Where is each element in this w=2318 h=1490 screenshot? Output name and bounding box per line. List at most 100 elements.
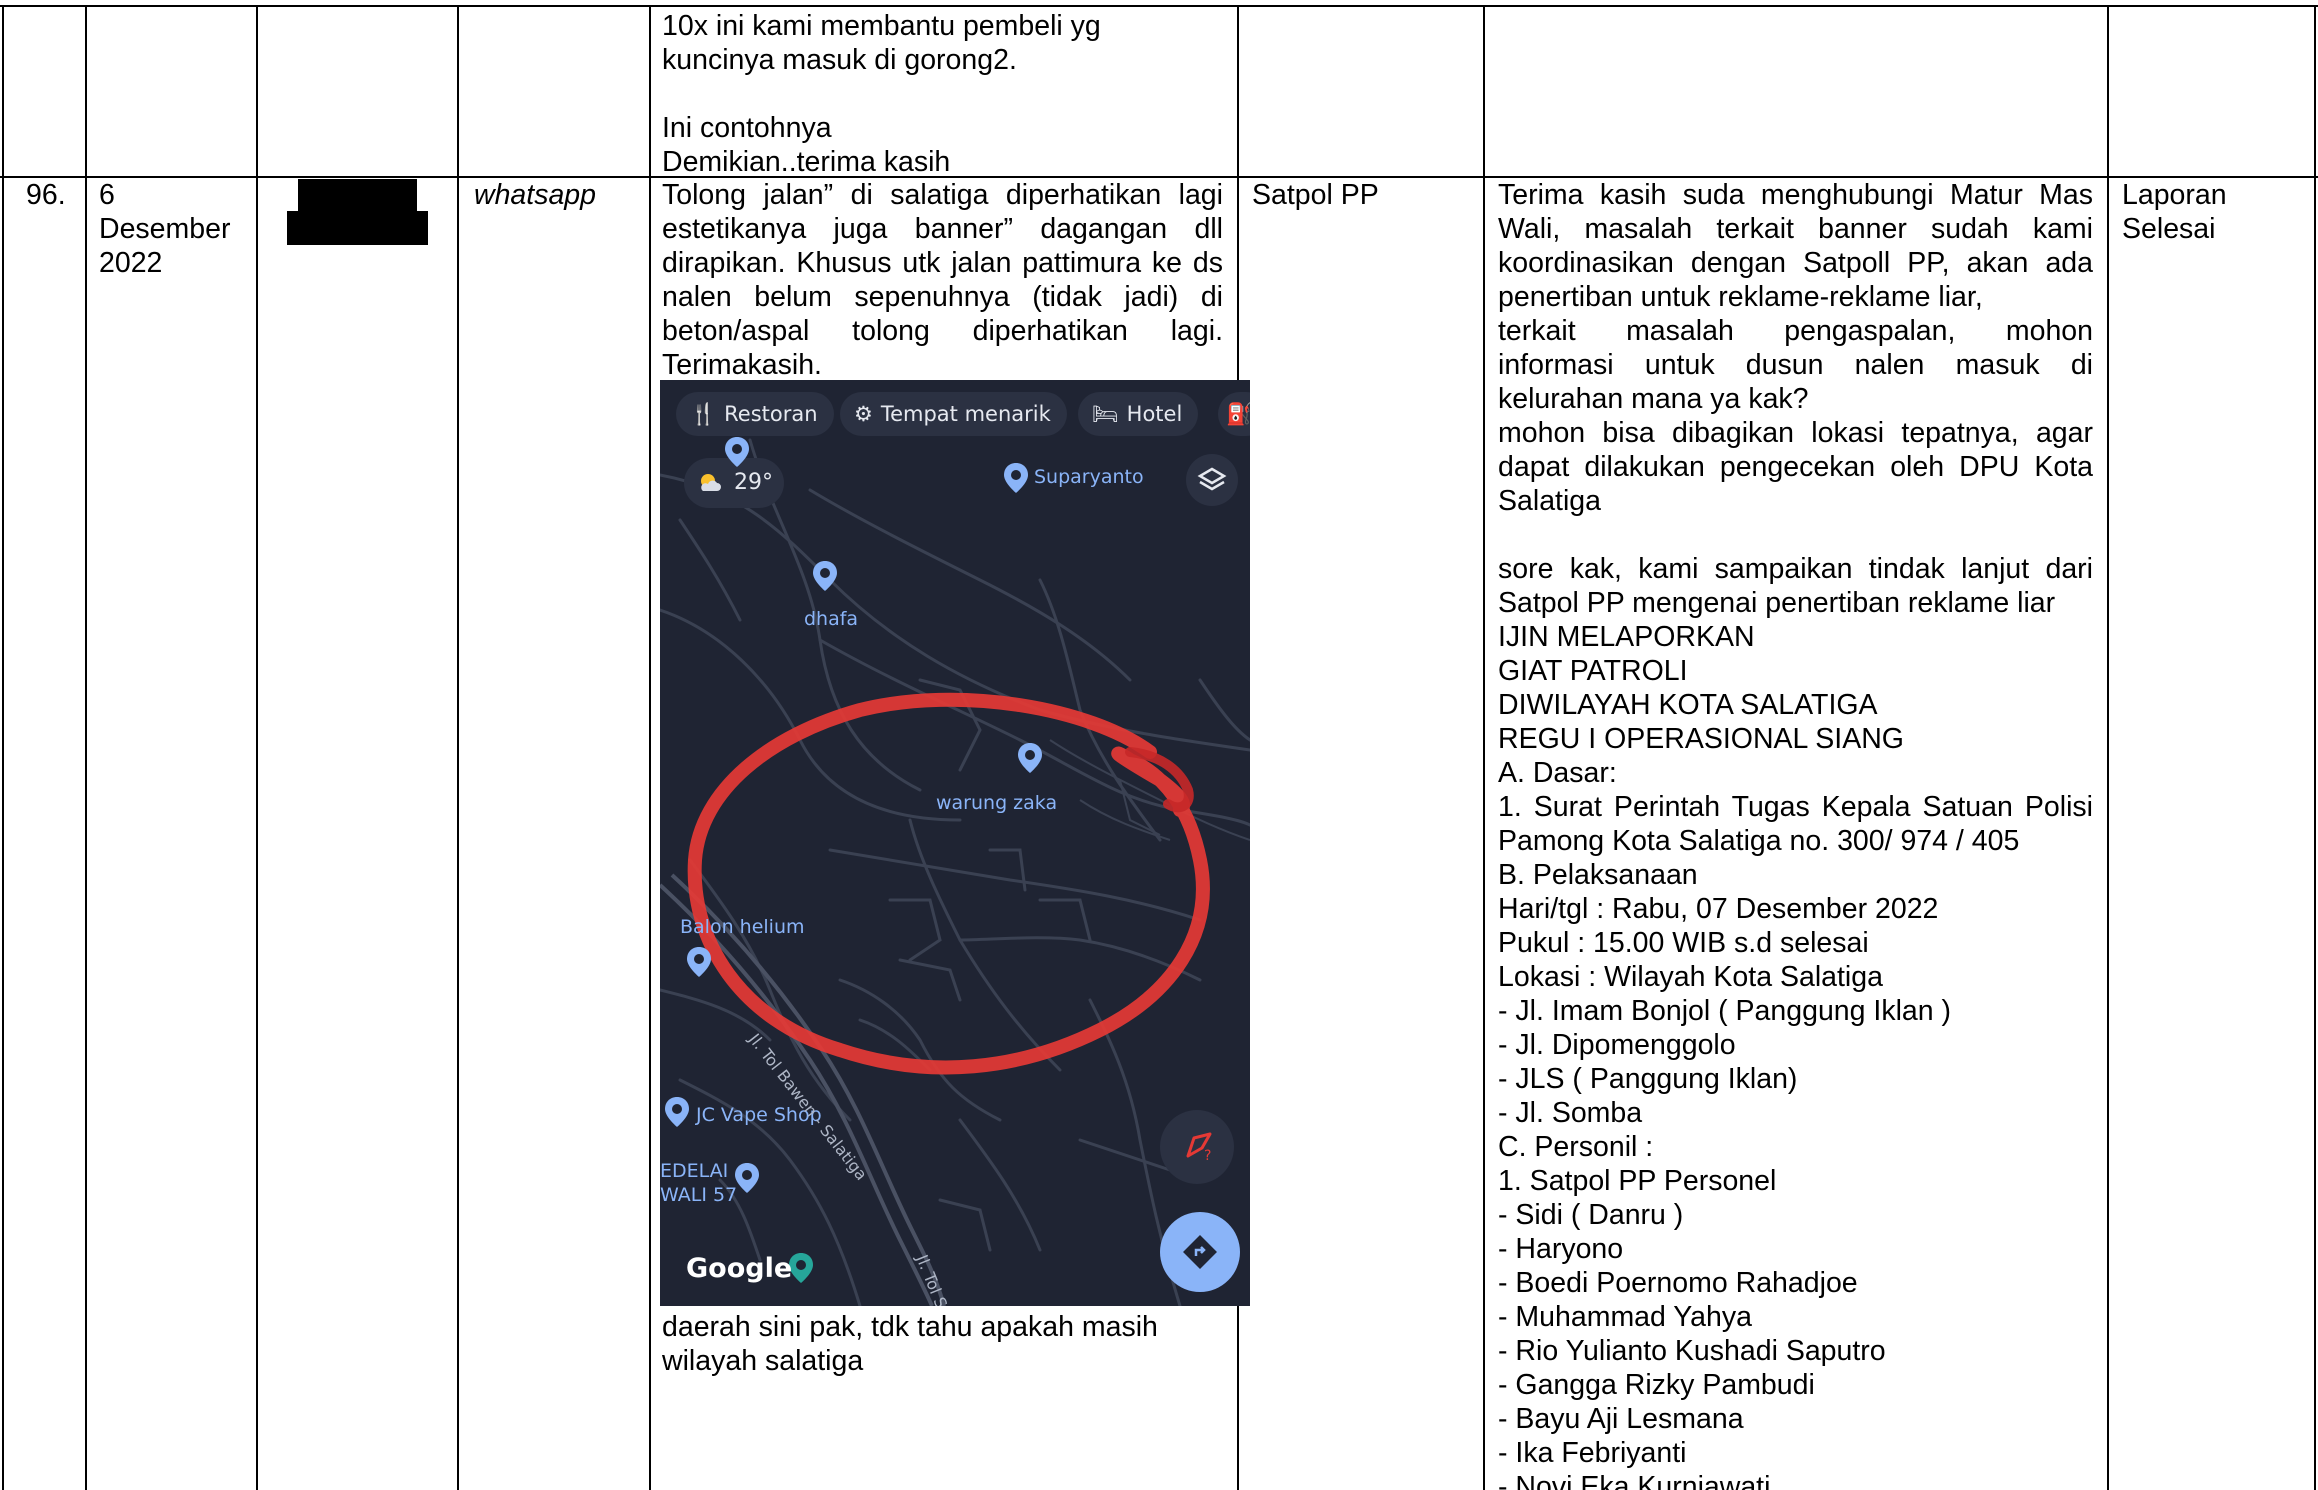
response-line: - Boedi Poernomo Rahadjoe [1498, 1267, 1858, 1299]
response-line: kelurahan mana ya kak? [1498, 383, 1809, 415]
table-border [649, 6, 651, 1490]
date-line: 2022 [99, 247, 163, 279]
row-complaint: Tolong jalan” di salatiga diperhatikan l… [662, 178, 1223, 382]
response-line: Pamong Kota Salatiga no. 300/ 974 / 405 [1498, 825, 2020, 857]
complaint-line: nalen belum sepenuhnya (tidak jadi) di [662, 281, 1223, 313]
status: Laporan Selesai [2122, 178, 2227, 246]
place-label: EDELAI [660, 1160, 729, 1182]
response-line: GIAT PATROLI [1498, 655, 1688, 687]
response-line: 1. Satpol PP Personel [1498, 1165, 1777, 1197]
agency: Satpol PP [1252, 179, 1379, 211]
date-line: 6 [99, 179, 115, 211]
response-line: Hari/tgl : Rabu, 07 Desember 2022 [1498, 893, 1939, 925]
response-line: - JLS ( Panggung Iklan) [1498, 1063, 1798, 1095]
response-line: sore kak, kami sampaikan tindak lanjut d… [1498, 553, 2093, 585]
response-line: - Rio Yulianto Kushadi Saputro [1498, 1335, 1886, 1367]
place-label: Suparyanto [1034, 466, 1144, 488]
response-line: A. Dasar: [1498, 757, 1617, 789]
response-line: - Haryono [1498, 1233, 1624, 1265]
response: Terima kasih suda menghubungi Matur Mas … [1498, 178, 2093, 1490]
response-line: Salatiga [1498, 485, 1601, 517]
bed-icon: 🛏 [1092, 402, 1119, 426]
response-line: penertiban untuk reklame-reklame liar, [1498, 281, 1983, 313]
restaurant-chip[interactable]: 🍴 Restoran [676, 392, 834, 436]
top-row-complaint: 10x ini kami membantu pembeli yg kunciny… [662, 9, 1234, 179]
place-label: WALI 57 [660, 1184, 738, 1206]
chip-label: Restoran [724, 402, 818, 426]
chip-label: Tempat menarik [880, 402, 1051, 426]
complaint-line: 10x ini kami membantu pembeli yg [662, 10, 1101, 42]
date-line: Desember [99, 213, 231, 245]
document-page: 10x ini kami membantu pembeli yg kunciny… [0, 0, 2318, 1490]
directions-button[interactable] [1160, 1212, 1240, 1292]
response-line: 1. Surat Perintah Tugas Kepala Satuan Po… [1498, 791, 2093, 823]
report-issue-button[interactable]: ? [1160, 1110, 1234, 1184]
response-line: Terima kasih suda menghubungi Matur Mas [1498, 179, 2093, 211]
status-line: Laporan [2122, 179, 2227, 211]
layers-icon [1197, 467, 1227, 491]
map-screenshot: 🍴 Restoran ⚙ Tempat menarik 🛏 Hotel ⛽ 29° [660, 380, 1250, 1306]
place-pin-icon [1018, 743, 1042, 773]
response-line: Wali, masalah terkait banner sudah kami [1498, 213, 2093, 245]
place-pin-icon [665, 1097, 689, 1127]
response-line: Satpol PP mengenai penertiban reklame li… [1498, 587, 2056, 619]
response-line: - Muhammad Yahya [1498, 1301, 1752, 1333]
table-border [0, 5, 2318, 7]
status-line: Selesai [2122, 213, 2216, 245]
fuel-icon: ⛽ [1226, 402, 1250, 426]
response-line: - Jl. Imam Bonjol ( Panggung Iklan ) [1498, 995, 1952, 1027]
response-line: mohon bisa dibagikan lokasi tepatnya, ag… [1498, 417, 2093, 449]
directions-icon [1183, 1235, 1217, 1269]
place-pin-icon [1004, 463, 1028, 493]
response-line: Pukul : 15.00 WIB s.d selesai [1498, 927, 1869, 959]
svg-text:?: ? [1204, 1148, 1211, 1164]
complaint-line: Ini contohnya [662, 112, 832, 144]
google-logo: Google [686, 1253, 793, 1284]
row-number: 96. [26, 179, 66, 211]
complaint-line: daerah sini pak, tdk tahu apakah masih [662, 1311, 1158, 1343]
place-pin-icon [813, 561, 837, 591]
chip-label: Hotel [1126, 402, 1183, 426]
complaint-line: kuncinya masuk di gorong2. [662, 44, 1017, 76]
response-line: - Bayu Aji Lesmana [1498, 1403, 1744, 1435]
response-line: DIWILAYAH KOTA SALATIGA [1498, 689, 1878, 721]
response-line: IJIN MELAPORKAN [1498, 621, 1755, 653]
report-channel: whatsapp [474, 179, 597, 211]
table-border [2107, 6, 2109, 1490]
hotel-chip[interactable]: 🛏 Hotel [1078, 392, 1199, 436]
response-line: - Sidi ( Danru ) [1498, 1199, 1684, 1231]
complaint-line [662, 77, 1234, 111]
table-border [2, 6, 4, 1490]
response-line: REGU I OPERASIONAL SIANG [1498, 723, 1904, 755]
attraction-icon: ⚙ [854, 402, 873, 426]
response-line: dapat dilakukan pengecekan oleh DPU Kota [1498, 451, 2093, 483]
table-border [2314, 6, 2316, 1490]
place-pin-icon [735, 1163, 759, 1193]
table-border [457, 6, 459, 1490]
navigation-question-icon: ? [1186, 1132, 1212, 1164]
complaint-line: estetikanya juga banner” dagangan dll [662, 213, 1223, 245]
response-line: koordinasikan dengan Satpoll PP, akan ad… [1498, 247, 2093, 279]
report-date: 6 Desember 2022 [99, 178, 230, 280]
response-line [1498, 518, 2093, 552]
complaint-line: dirapikan. Khusus utk jalan pattimura ke… [662, 247, 1223, 279]
complaint-line: wilayah salatiga [662, 1345, 864, 1377]
complaint-line: Tolong jalan” di salatiga diperhatikan l… [662, 179, 1223, 211]
weather-icon [701, 474, 721, 491]
layers-button[interactable] [1186, 454, 1238, 506]
redacted-name-block [298, 179, 417, 213]
response-line: B. Pelaksanaan [1498, 859, 1698, 891]
response-line: informasi untuk dusun nalen masuk di [1498, 349, 2093, 381]
response-line: - Novi Eka Kurniawati [1498, 1471, 1771, 1490]
table-border [85, 6, 87, 1490]
table-border [1483, 6, 1485, 1490]
response-line: - Gangga Rizky Pambudi [1498, 1369, 1815, 1401]
complaint-line: Terimakasih. [662, 349, 822, 381]
place-pin-icon [687, 947, 711, 977]
response-line: - Jl. Dipomenggolo [1498, 1029, 1736, 1061]
attraction-chip[interactable]: ⚙ Tempat menarik [840, 392, 1067, 436]
place-label: dhafa [804, 608, 859, 630]
place-label: Balon helium [680, 916, 805, 938]
response-line: - Jl. Somba [1498, 1097, 1643, 1129]
row-complaint-followup: daerah sini pak, tdk tahu apakah masih w… [662, 1310, 1234, 1378]
